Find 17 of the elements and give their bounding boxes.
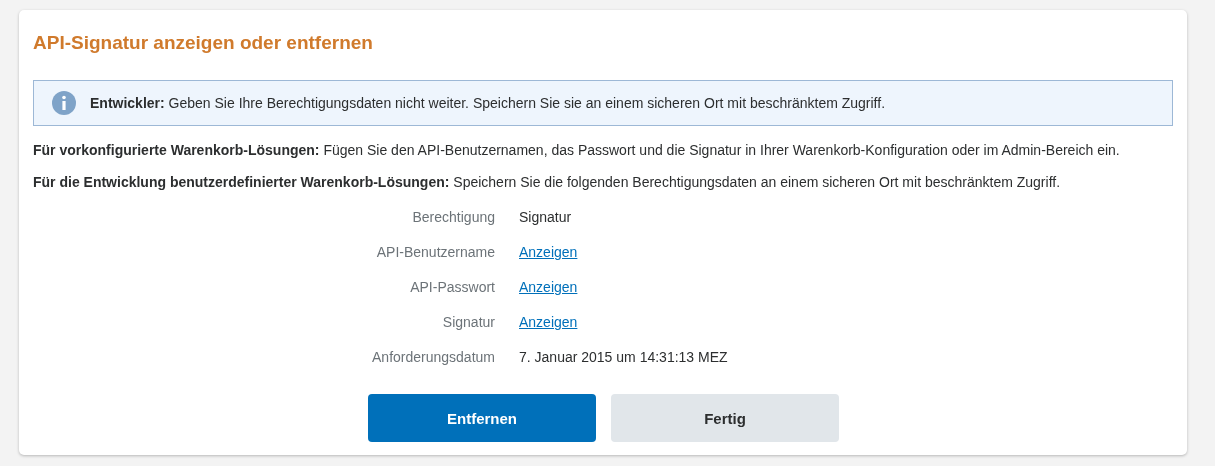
done-button[interactable]: Fertig [611, 394, 839, 442]
field-label: Signatur [442, 313, 495, 331]
field-label: Anforderungsdatum [372, 348, 495, 366]
info-icon [52, 91, 76, 115]
field-value: Signatur [519, 208, 572, 226]
notice-text: Entwickler: Geben Sie Ihre Berechtigungsdaten nicht weiter. Speichern Sie sie an einem sicheren Ort mit beschränktem Zugriff. [90, 95, 886, 111]
page-title: API-Signatur anzeigen oder entfernen [33, 31, 374, 55]
instruction-text: Für die Entwicklung benutzerdefinierter Warenkorb-Lösungen: Speichern Sie die folgenden Berechtigungsdaten an einem sicheren Ort mit beschränktem Zugriff. [33, 173, 1062, 191]
field-label: API-Passwort [410, 278, 495, 296]
field-label: Berechtigung [412, 208, 495, 226]
field-value: 7. Januar 2015 um 14:31:13 MEZ [519, 348, 728, 366]
remove-button[interactable]: Entfernen [368, 394, 596, 442]
show-link[interactable]: Anzeigen [519, 243, 578, 261]
field-label: API-Benutzername [376, 243, 495, 261]
show-link[interactable]: Anzeigen [519, 278, 578, 296]
instruction-text: Für vorkonfigurierte Warenkorb-Lösungen: Fügen Sie den API-Benutzernamen, das Passwort und die Signatur in Ihrer Warenkorb-Konfiguration oder im Admin-Bereich ein. [33, 141, 1121, 159]
show-link[interactable]: Anzeigen [519, 313, 578, 331]
